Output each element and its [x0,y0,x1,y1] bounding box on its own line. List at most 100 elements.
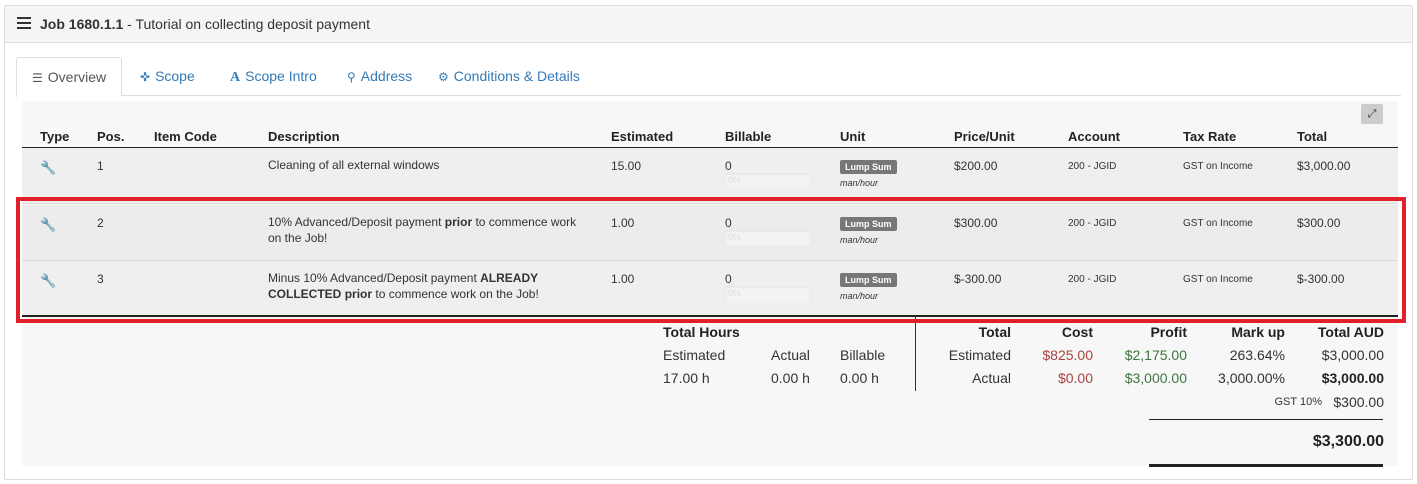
col-price-unit: Price/Unit [954,129,1015,144]
wrench-icon: 🔧 [40,217,57,232]
table-row[interactable]: 🔧 1 Cleaning of all external windows 15.… [22,148,1398,204]
col-pos: Pos. [97,129,125,144]
progress-label: 0% [728,232,742,242]
col-total: Total [1297,129,1328,144]
list-icon [17,17,31,29]
grand-total-top-rule [1149,419,1383,420]
compress-button[interactable]: ⤢ [1361,104,1383,124]
grand-total-bottom-rule [1149,464,1383,467]
unit-badge: Lump Sum [840,217,897,231]
estimated-total: $3,000.00 [1321,347,1384,363]
page-title: Job 1680.1.1 - Tutorial on collecting de… [40,16,370,32]
billable-progress-bar: 0% [725,230,811,246]
hours-billable-label: Billable [840,347,886,363]
estimated-profit: $2,175.00 [1124,347,1187,363]
summary-divider [915,317,916,391]
tab-scope-intro[interactable]: A Scope Intro [230,57,317,96]
unit-badge: Lump Sum [840,160,897,174]
col-billable: Billable [725,129,772,144]
overview-content: ⤢ Type Pos. Item Code Description Estima… [22,101,1398,467]
row-billable: 0 [725,159,732,173]
tab-scope[interactable]: ✜ Scope [140,57,195,96]
row-account: 200 - JGID [1068,274,1117,285]
col-tax-rate: Tax Rate [1183,129,1237,144]
job-title: - Tutorial on collecting deposit payment [123,16,370,32]
col-estimated: Estimated [611,129,674,144]
row-estimated: 15.00 [611,159,642,173]
hours-estimated-label: Estimated [663,347,726,363]
panel-heading: Job 1680.1.1 - Tutorial on collecting de… [5,6,1412,43]
row-price: $200.00 [954,159,998,173]
map-marker-icon: ⚲ [347,70,356,84]
unit-sub: man/hour [840,291,879,301]
row-tax: GST on Income [1183,161,1253,172]
unit-sub: man/hour [840,178,879,188]
col-item-code: Item Code [154,129,217,144]
billable-progress-bar: 0% [725,286,811,302]
gears-icon: ⚙ [438,70,449,84]
tab-address-label: Address [360,68,413,84]
col-type: Type [40,129,70,144]
actual-total: $3,000.00 [1321,370,1384,386]
estimated-markup: 263.64% [1229,347,1285,363]
desc-text: Minus 10% Advanced/Deposit payment [268,271,481,285]
actual-markup: 3,000.00% [1218,370,1285,386]
row-billable: 0 [725,272,732,286]
desc-text: Cleaning of all external windows [268,158,440,172]
row-estimated: 1.00 [611,216,635,230]
row-tax: GST on Income [1183,274,1253,285]
estimated-cost: $825.00 [1042,347,1093,363]
progress-label: 0% [728,288,742,298]
unit-badge: Lump Sum [840,273,897,287]
hours-estimated-value: 17.00 h [663,370,710,386]
col-description: Description [268,129,340,144]
row-description: Cleaning of all external windows [268,157,588,173]
desc-bold: prior [444,215,473,229]
totals-cost-heading: Cost [1061,324,1093,340]
crosshairs-icon: ✜ [140,70,151,84]
unit-sub: man/hour [840,235,879,245]
row-pos: 2 [97,216,104,230]
row-total: $3,000.00 [1297,159,1351,173]
total-hours-heading: Total Hours [663,324,740,340]
grand-total: $3,300.00 [1312,433,1384,450]
tab-scope-label: Scope [155,68,195,84]
row-description: Minus 10% Advanced/Deposit payment ALREA… [268,270,588,302]
tab-overview-label: Overview [47,69,107,85]
hours-actual-value: 0.00 h [771,370,810,386]
totals-actual-label: Actual [972,370,1011,386]
row-total: $-300.00 [1297,272,1345,286]
row-account: 200 - JGID [1068,161,1117,172]
hours-billable-value: 0.00 h [840,370,879,386]
tab-address[interactable]: ⚲ Address [347,57,412,96]
actual-profit: $3,000.00 [1124,370,1187,386]
row-pos: 3 [97,272,104,286]
totals-estimated-label: Estimated [948,347,1011,363]
row-account: 200 - JGID [1068,218,1117,229]
actual-cost: $0.00 [1057,370,1093,386]
tab-conditions-details[interactable]: ⚙ Conditions & Details [438,57,580,96]
row-pos: 1 [97,159,104,173]
totals-markup-heading: Mark up [1231,324,1285,340]
billable-progress-bar: 0% [725,173,811,189]
tab-scope-intro-label: Scope Intro [245,68,317,84]
progress-label: 0% [728,175,742,185]
row-description: 10% Advanced/Deposit payment prior to co… [268,214,588,246]
table-row[interactable]: 🔧 2 10% Advanced/Deposit payment prior t… [22,205,1398,261]
totals-total-heading: Total [978,324,1011,340]
gst-value: $300.00 [1333,394,1384,410]
font-icon: A [230,70,241,85]
table-row[interactable]: 🔧 3 Minus 10% Advanced/Deposit payment A… [22,261,1398,317]
wrench-icon: 🔧 [40,160,57,175]
wrench-icon: 🔧 [40,273,57,288]
desc-bold: prior [344,287,373,301]
row-billable: 0 [725,216,732,230]
row-total: $300.00 [1297,216,1341,230]
compress-icon: ⤢ [1367,108,1377,120]
row-estimated: 1.00 [611,272,635,286]
tab-conditions-label: Conditions & Details [453,68,580,84]
tab-overview[interactable]: ☰ Overview [16,57,122,97]
totals-aud-heading: Total AUD [1317,324,1384,340]
desc-text: to commence work on the Job! [372,287,539,301]
job-number: Job 1680.1.1 [40,16,124,32]
